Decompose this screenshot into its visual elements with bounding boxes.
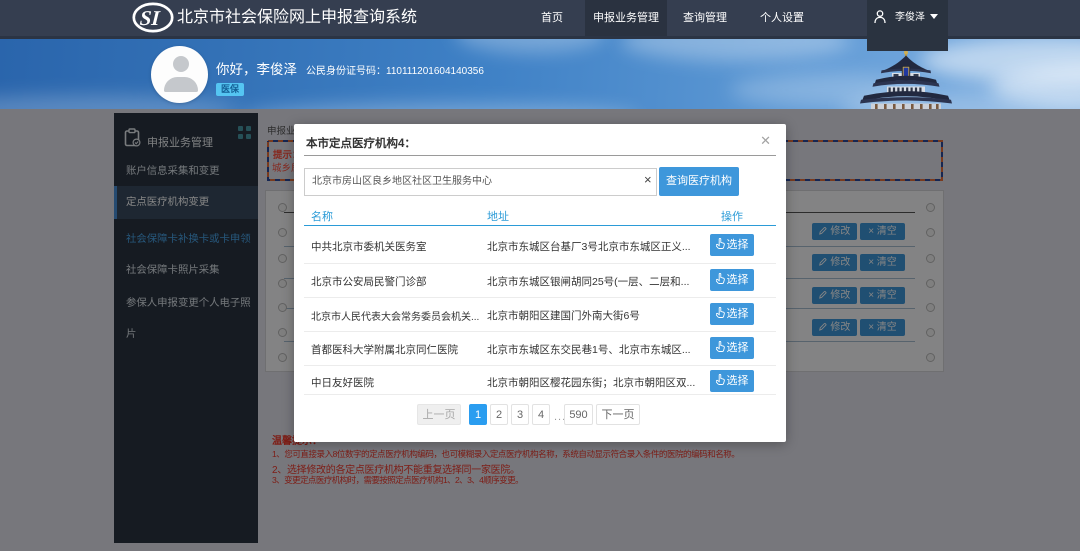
svg-text:SI: SI [139,6,161,30]
